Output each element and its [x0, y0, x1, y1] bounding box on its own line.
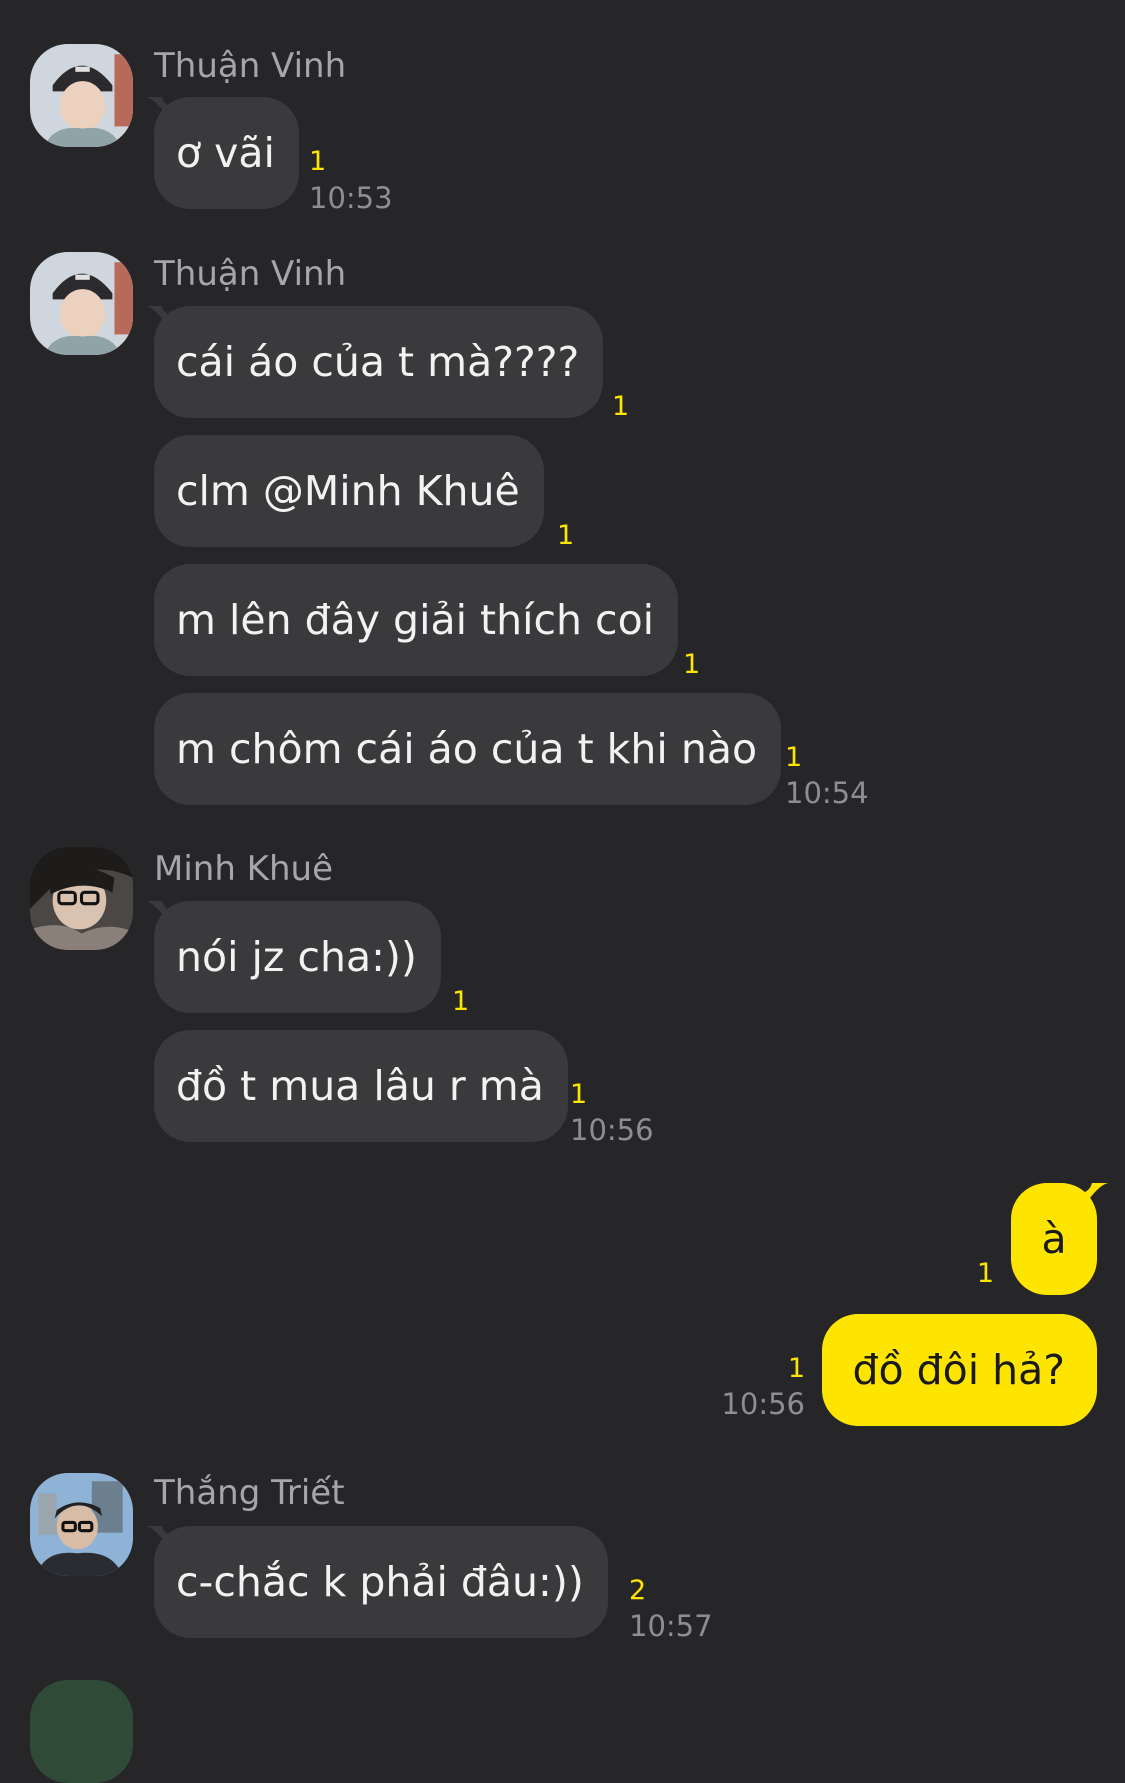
unread-count: 1 — [309, 146, 327, 177]
message-bubble[interactable]: clm @Minh Khuê — [154, 435, 544, 547]
unread-count: 1 — [570, 1079, 588, 1110]
sender-name: Thuận Vinh — [154, 46, 347, 86]
message-bubble[interactable]: đồ đôi hả? — [822, 1314, 1097, 1426]
sender-name: Thuận Vinh — [154, 254, 347, 294]
unread-count: 1 — [787, 1353, 805, 1384]
avatar-next-image — [30, 1680, 133, 1783]
message-time: 10:53 — [309, 181, 393, 215]
message-time: 10:56 — [570, 1113, 654, 1147]
avatar-minh-khue-image — [30, 847, 133, 950]
unread-count: 1 — [557, 520, 575, 551]
message-bubble[interactable]: m lên đây giải thích coi — [154, 564, 679, 676]
message-time: 10:56 — [721, 1387, 805, 1421]
sender-avatar[interactable] — [30, 1680, 133, 1783]
sender-avatar[interactable] — [30, 1473, 133, 1576]
unread-count: 1 — [683, 649, 701, 680]
avatar-thuan-vinh-image — [30, 44, 133, 147]
sender-name: Minh Khuê — [154, 849, 333, 889]
sender-name: Thắng Triết — [154, 1473, 345, 1513]
message-bubble[interactable]: cái áo của t mà???? — [154, 306, 604, 418]
sender-avatar[interactable] — [30, 252, 133, 355]
avatar-thang-triet-image — [30, 1473, 133, 1576]
unread-count: 1 — [785, 742, 803, 773]
message-bubble[interactable]: nói jz cha:)) — [154, 901, 441, 1013]
unread-count: 1 — [612, 391, 630, 422]
message-bubble[interactable]: đồ t mua lâu r mà — [154, 1030, 568, 1142]
sender-avatar[interactable] — [30, 44, 133, 147]
unread-count: 1 — [452, 986, 470, 1017]
message-bubble[interactable]: m chôm cái áo của t khi nào — [154, 693, 782, 805]
message-bubble[interactable]: c-chắc k phải đâu:)) — [154, 1526, 608, 1638]
message-bubble[interactable]: ơ vãi — [154, 97, 299, 209]
unread-count: 2 — [629, 1575, 647, 1606]
message-time: 10:54 — [785, 776, 869, 810]
avatar-thuan-vinh-image — [30, 252, 133, 355]
unread-count: 1 — [976, 1258, 994, 1289]
message-time: 10:57 — [629, 1609, 713, 1643]
message-bubble[interactable]: à — [1011, 1183, 1097, 1295]
sender-avatar[interactable] — [30, 847, 133, 950]
